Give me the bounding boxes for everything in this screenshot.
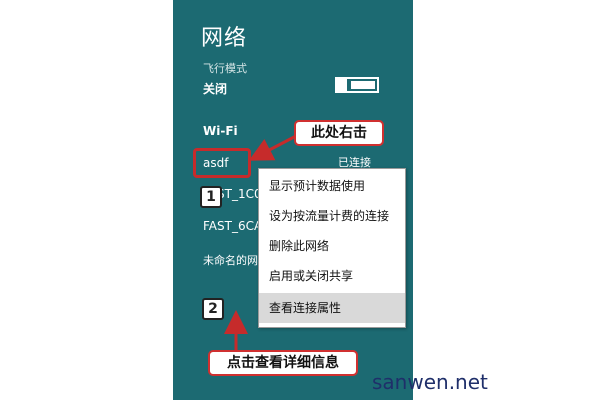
menu-item-show-data-usage[interactable]: 显示预计数据使用	[259, 171, 405, 201]
watermark: sanwen.net	[372, 370, 488, 394]
airplane-mode-state: 关闭	[203, 82, 228, 96]
right-click-callout: 此处右击	[294, 120, 384, 146]
network-highlight-box	[193, 148, 251, 178]
airplane-mode-label: 飞行模式	[203, 62, 247, 75]
menu-item-forget-network[interactable]: 删除此网络	[259, 231, 405, 261]
step-badge-1: 1	[200, 186, 222, 208]
step-badge-2: 2	[202, 298, 224, 320]
menu-item-metered-connection[interactable]: 设为按流量计费的连接	[259, 201, 405, 231]
details-callout: 点击查看详细信息	[208, 350, 358, 376]
wifi-section-header: Wi-Fi	[203, 124, 238, 138]
context-menu: 显示预计数据使用 设为按流量计费的连接 删除此网络 启用或关闭共享 查看连接属性	[258, 168, 406, 328]
menu-item-toggle-sharing[interactable]: 启用或关闭共享	[259, 261, 405, 291]
panel-title: 网络	[201, 26, 248, 51]
airplane-mode-toggle[interactable]	[335, 77, 379, 93]
menu-item-view-properties[interactable]: 查看连接属性	[259, 293, 405, 323]
network-item-fast-6ca[interactable]: FAST_6CA	[203, 219, 262, 233]
toggle-fill	[351, 81, 375, 89]
toggle-thumb	[337, 79, 347, 91]
